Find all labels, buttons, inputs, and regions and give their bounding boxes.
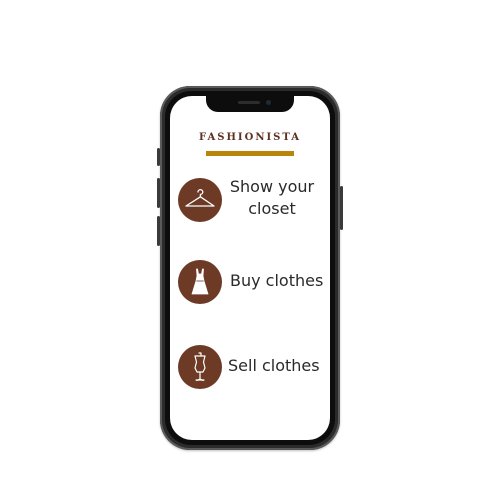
dress-icon [178,260,222,304]
canvas: FASHIONISTA Show your closet Buy clothes… [0,0,500,500]
menu-label-sell-clothes: Sell clothes [228,356,320,375]
volume-up-button [157,178,160,208]
phone-notch [206,96,294,112]
phone-screen: FASHIONISTA Show your closet Buy clothes… [170,96,330,440]
power-button [340,186,343,230]
mannequin-icon [178,345,222,389]
volume-down-button [157,216,160,246]
app-brand-title: FASHIONISTA [198,132,302,143]
hanger-icon [178,178,222,222]
menu-label-buy-clothes: Buy clothes [230,271,324,290]
menu-label-show-closet: Show your closet [229,177,315,218]
menu-item-buy-clothes[interactable]: Buy clothes [178,260,328,306]
phone-mockup: FASHIONISTA Show your closet Buy clothes… [157,86,343,450]
menu-item-show-closet[interactable]: Show your closet [178,177,328,224]
mute-switch [157,148,160,166]
menu-item-sell-clothes[interactable]: Sell clothes [178,345,328,391]
front-camera [266,100,271,105]
brand-underline [206,151,294,156]
speaker-grille [238,101,260,104]
